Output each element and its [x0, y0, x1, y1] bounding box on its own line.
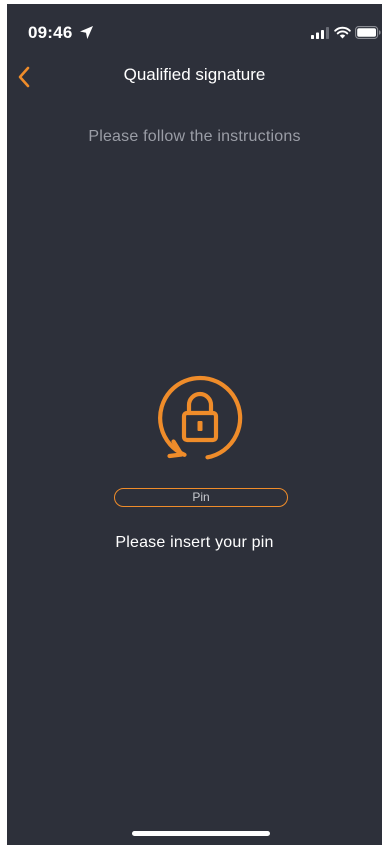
instructions-text: Please follow the instructions [88, 128, 301, 145]
status-bar: 09:46 [7, 4, 382, 56]
app-screen: 09:46 Qualified signature Please follow … [7, 4, 382, 845]
prompt-text: Please insert your pin [115, 534, 274, 551]
location-arrow-icon [80, 26, 93, 39]
battery-icon [355, 26, 381, 39]
lock-refresh-icon [158, 375, 243, 460]
wifi-icon [334, 26, 351, 39]
pin-input[interactable]: Pin [114, 488, 288, 507]
home-indicator[interactable] [132, 831, 270, 836]
cellular-signal-icon [311, 27, 329, 39]
page-title: Qualified signature [123, 65, 266, 84]
status-time: 09:46 [28, 23, 73, 42]
